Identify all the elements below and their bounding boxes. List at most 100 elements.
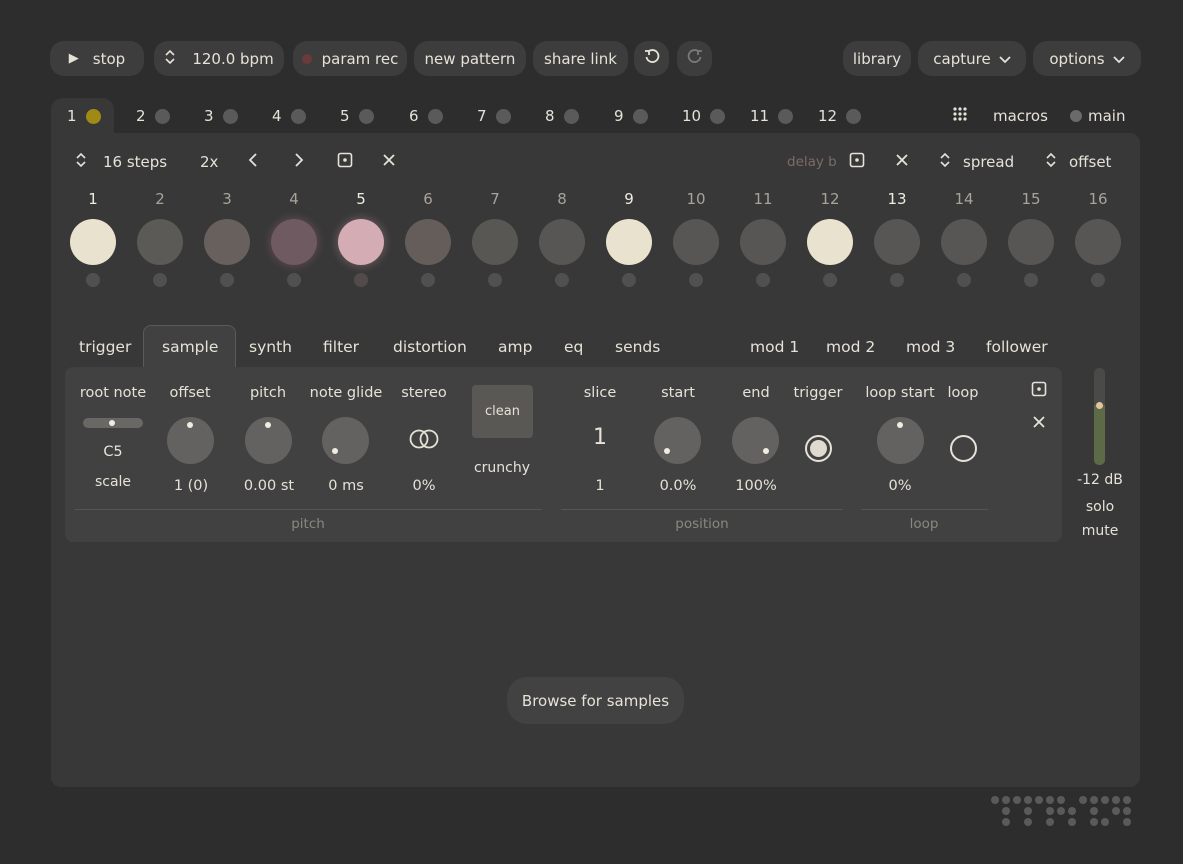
step-button-10[interactable] [673, 219, 719, 265]
track-tab-9[interactable]: 9 [614, 98, 648, 134]
track-tab-11[interactable]: 11 [750, 98, 794, 134]
track-tab-12[interactable]: 12 [818, 98, 862, 134]
step-button-6[interactable] [405, 219, 451, 265]
new-pattern-button[interactable]: new pattern [414, 41, 526, 76]
step-button-8[interactable] [539, 219, 585, 265]
bpm-control[interactable]: 120.0 bpm [154, 41, 284, 76]
loop-group-divider [861, 509, 988, 510]
track-tab-label: 6 [409, 107, 419, 125]
step-button-1[interactable] [70, 219, 116, 265]
library-button[interactable]: library [843, 41, 911, 76]
pitch-label: pitch [249, 385, 287, 401]
capture-dropdown[interactable]: capture [918, 41, 1026, 76]
step-button-16[interactable] [1075, 219, 1121, 265]
share-link-button[interactable]: share link [533, 41, 628, 76]
play-stop-button[interactable]: ▶ stop [50, 41, 144, 76]
randomize-button[interactable] [337, 150, 353, 174]
level-value: -12 dB [1077, 472, 1123, 488]
step-led [354, 273, 368, 287]
tab-mod-2[interactable]: mod 2 [826, 338, 875, 356]
delay-clear-button[interactable] [895, 150, 909, 174]
note-glide-knob[interactable] [322, 417, 369, 464]
track-activity-dot [427, 108, 443, 124]
tab-trigger[interactable]: trigger [79, 338, 131, 356]
tab-follower[interactable]: follower [986, 338, 1048, 356]
root-note-slider[interactable] [83, 418, 143, 428]
end-label: end [742, 385, 770, 401]
step-button-12[interactable] [807, 219, 853, 265]
start-knob[interactable] [654, 417, 701, 464]
stereo-icon[interactable] [409, 428, 439, 454]
tab-amp[interactable]: amp [498, 338, 532, 356]
track-tab-8[interactable]: 8 [545, 98, 579, 134]
shift-left-button[interactable] [248, 150, 258, 174]
tab-synth[interactable]: synth [249, 338, 292, 356]
step-button-9[interactable] [606, 219, 652, 265]
step-button-5[interactable] [338, 219, 384, 265]
options-dropdown[interactable]: options [1033, 41, 1141, 76]
track-tab-10[interactable]: 10 [682, 98, 726, 134]
offset-label: offset [1069, 153, 1112, 171]
params-randomize-button[interactable] [1031, 381, 1047, 401]
tab-filter[interactable]: filter [323, 338, 359, 356]
level-meter[interactable] [1094, 368, 1105, 465]
loop-start-knob[interactable] [877, 417, 924, 464]
tab-sample[interactable]: sample [162, 338, 218, 356]
pitch-knob[interactable] [245, 417, 292, 464]
track-tab-4[interactable]: 4 [272, 98, 306, 134]
step-button-13[interactable] [874, 219, 920, 265]
track-tab-1[interactable]: 1 [51, 98, 114, 134]
undo-button[interactable] [634, 41, 669, 76]
updown-icon [1045, 152, 1057, 172]
clean-button[interactable]: clean [472, 385, 533, 438]
step-led [689, 273, 703, 287]
trigger-toggle[interactable] [805, 435, 832, 462]
step-button-11[interactable] [740, 219, 786, 265]
main-label: main [1088, 107, 1126, 125]
spread-control[interactable]: spread [939, 150, 1014, 174]
steps-control[interactable]: 16 steps [75, 150, 167, 174]
loop-toggle[interactable] [950, 435, 977, 462]
track-tab-6[interactable]: 6 [409, 98, 443, 134]
dice-icon [337, 152, 353, 172]
offset-control[interactable]: offset [1045, 150, 1111, 174]
macros-tab[interactable]: macros [952, 98, 1048, 134]
step-button-3[interactable] [204, 219, 250, 265]
tab-sends[interactable]: sends [615, 338, 660, 356]
slice-display[interactable]: 1 [570, 425, 630, 450]
tab-mod-3[interactable]: mod 3 [906, 338, 955, 356]
step-button-7[interactable] [472, 219, 518, 265]
params-clear-button[interactable] [1032, 415, 1046, 433]
tab-eq[interactable]: eq [564, 338, 583, 356]
tab-mod-1[interactable]: mod 1 [750, 338, 799, 356]
step-button-15[interactable] [1008, 219, 1054, 265]
param-rec-button[interactable]: param rec [293, 41, 407, 76]
track-tab-7[interactable]: 7 [477, 98, 511, 134]
browse-samples-button[interactable]: Browse for samples [507, 677, 684, 724]
clear-pattern-button[interactable] [382, 150, 396, 174]
shift-right-button[interactable] [294, 150, 304, 174]
rate-button[interactable]: 2x [200, 150, 218, 174]
track-activity-dot [85, 108, 101, 124]
track-tab-3[interactable]: 3 [204, 98, 238, 134]
step-button-14[interactable] [941, 219, 987, 265]
step-button-4[interactable] [271, 219, 317, 265]
main-tab[interactable]: main [1070, 98, 1125, 134]
scale-button[interactable]: scale [83, 474, 143, 490]
step-led [1024, 273, 1038, 287]
step-button-2[interactable] [137, 219, 183, 265]
step-led [555, 273, 569, 287]
position-group-divider [561, 509, 843, 510]
step-number: 6 [423, 190, 433, 208]
mute-button[interactable]: mute [1070, 523, 1130, 539]
redo-button[interactable] [677, 41, 712, 76]
tab-distortion[interactable]: distortion [393, 338, 467, 356]
solo-button[interactable]: solo [1070, 499, 1130, 515]
track-tab-2[interactable]: 2 [136, 98, 170, 134]
delay-randomize-button[interactable] [849, 150, 865, 174]
crunchy-button[interactable]: crunchy [467, 460, 537, 476]
track-tab-5[interactable]: 5 [340, 98, 374, 134]
end-knob[interactable] [732, 417, 779, 464]
offset-knob[interactable] [167, 417, 214, 464]
track-tab-label: 11 [750, 107, 770, 125]
